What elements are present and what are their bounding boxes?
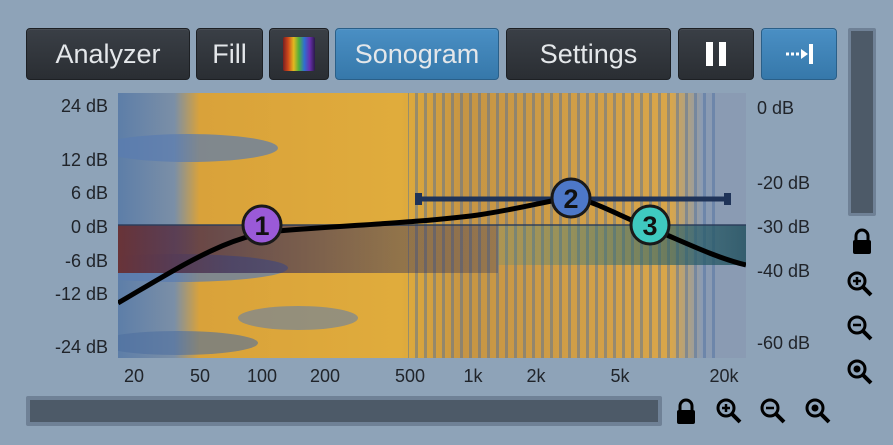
zoom-out-icon[interactable]	[759, 397, 787, 425]
lock-icon[interactable]	[672, 398, 700, 426]
vertical-scrollbar[interactable]	[848, 28, 876, 216]
vertical-scroll-thumb[interactable]	[851, 31, 873, 213]
x-axis-label: 20k	[709, 366, 739, 386]
fill-button[interactable]: Fill	[196, 28, 263, 80]
zoom-reset-icon[interactable]	[804, 397, 832, 425]
right-axis-label: -60 dB	[757, 333, 811, 353]
x-axis-label: 2k	[526, 366, 546, 386]
x-axis-label: 5k	[610, 366, 630, 386]
horizontal-scrollbar[interactable]	[26, 396, 662, 426]
y-axis-label: 6 dB	[70, 183, 108, 203]
pause-button[interactable]	[678, 28, 754, 80]
y-axis-label: -24 dB	[54, 337, 108, 357]
settings-button[interactable]: Settings	[506, 28, 671, 80]
x-axis-label: 500	[394, 366, 426, 386]
right-axis-label: -20 dB	[757, 173, 811, 193]
x-axis-label: 1k	[463, 366, 483, 386]
arrow-to-right-icon	[786, 44, 813, 64]
color-palette-icon	[283, 37, 315, 71]
x-axis-label: 50	[189, 366, 211, 386]
zoom-in-icon[interactable]	[846, 270, 874, 298]
horizontal-scroll-thumb[interactable]	[30, 400, 658, 422]
x-axis-label: 100	[246, 366, 278, 386]
right-axis-label: 0 dB	[757, 98, 795, 118]
y-axis-label: 12 dB	[60, 150, 108, 170]
zoom-in-icon[interactable]	[715, 397, 743, 425]
y-axis-label: -12 dB	[54, 284, 108, 304]
y-axis-label: 0 dB	[70, 217, 108, 237]
analyzer-button[interactable]: Analyzer	[26, 28, 190, 80]
palette-button[interactable]	[269, 28, 329, 80]
zoom-reset-icon[interactable]	[846, 358, 874, 386]
equalizer-plot[interactable]	[118, 93, 746, 358]
zoom-out-icon[interactable]	[846, 314, 874, 342]
x-axis-label: 20	[123, 366, 145, 386]
follow-button[interactable]	[761, 28, 837, 80]
y-axis-label: -6 dB	[64, 251, 108, 271]
x-axis-label: 200	[309, 366, 341, 386]
y-axis-label: 24 dB	[60, 96, 108, 116]
sonogram-button[interactable]: Sonogram	[335, 28, 499, 80]
right-axis-label: -30 dB	[757, 217, 811, 237]
lock-icon[interactable]	[848, 228, 876, 256]
pause-icon	[706, 42, 726, 66]
right-axis-label: -40 dB	[757, 261, 811, 281]
sonogram-display	[118, 93, 746, 358]
